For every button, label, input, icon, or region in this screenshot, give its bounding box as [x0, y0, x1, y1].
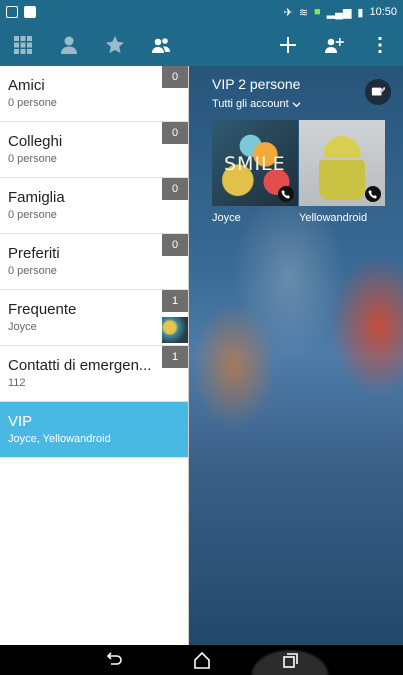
group-name: Famiglia — [8, 189, 65, 206]
signal-icon: ▂▄▆ — [326, 6, 352, 19]
group-subtitle: Joyce, Yellowandroid — [8, 433, 111, 445]
group-item-famiglia[interactable]: Famiglia 0 persone 0 — [0, 178, 188, 234]
group-count-badge: 0 — [162, 66, 188, 88]
group-subtitle: 112 — [8, 377, 26, 389]
group-detail-panel: VIP 2 persone Tutti gli account SMILE Jo… — [189, 66, 403, 645]
group-name: VIP — [8, 413, 33, 430]
group-subtitle: 0 persone — [8, 265, 57, 277]
group-count-badge: 0 — [162, 178, 188, 200]
add-group-button[interactable] — [311, 24, 357, 66]
chevron-down-icon — [292, 101, 301, 107]
group-subtitle: 0 persone — [8, 153, 57, 165]
group-item-vip[interactable]: VIP Joyce, Yellowandroid — [0, 402, 188, 458]
edit-group-icon — [371, 87, 385, 96]
phone-icon — [281, 190, 290, 199]
group-name: Preferiti — [8, 245, 60, 262]
status-bar: ✈ ≋ ■ ▂▄▆ ▮ 10:50 — [0, 0, 403, 24]
group-item-preferiti[interactable]: Preferiti 0 persone 0 — [0, 234, 188, 290]
group-item-emergenza[interactable]: Contatti di emergen... 112 1 — [0, 346, 188, 402]
group-count-badge: 1 — [162, 290, 188, 312]
tab-groups[interactable] — [138, 24, 184, 66]
group-icon — [152, 38, 170, 53]
wifi-icon: ≋ — [298, 6, 309, 19]
message-notification-icon — [24, 6, 36, 18]
no-sim-icon: ✈ — [283, 6, 293, 19]
home-button[interactable] — [158, 645, 246, 675]
battery-icon: ▮ — [357, 6, 364, 19]
add-icon — [280, 37, 296, 53]
group-name: Amici — [8, 77, 45, 94]
call-button[interactable] — [278, 186, 294, 202]
group-subtitle: 0 persone — [8, 97, 57, 109]
group-detail-title: VIP 2 persone — [212, 76, 301, 92]
back-icon — [106, 652, 122, 665]
android-figure-body — [319, 160, 365, 200]
add-contact-button[interactable] — [265, 24, 311, 66]
group-item-colleghi[interactable]: Colleghi 0 persone 0 — [0, 122, 188, 178]
content-area: Amici 0 persone 0 Colleghi 0 persone 0 F… — [0, 66, 403, 645]
add-group-icon — [325, 38, 344, 53]
photo-text: SMILE — [224, 153, 286, 175]
group-name: Colleghi — [8, 133, 63, 150]
member-name: Yellowandroid — [299, 212, 368, 224]
group-subtitle: Joyce — [8, 321, 37, 333]
call-button[interactable] — [365, 186, 381, 202]
star-icon — [106, 36, 124, 54]
member-card-joyce[interactable]: SMILE Joyce — [212, 120, 298, 224]
status-right: ✈ ≋ ■ ▂▄▆ ▮ 10:50 — [284, 6, 397, 19]
status-left — [6, 6, 36, 18]
home-icon — [193, 651, 210, 669]
group-subtitle: 0 persone — [8, 209, 57, 221]
android-figure-head — [323, 136, 361, 158]
edit-group-button[interactable] — [365, 79, 391, 105]
tab-contacts[interactable] — [46, 24, 92, 66]
overflow-menu-button[interactable] — [357, 24, 403, 66]
contact-photo — [299, 120, 385, 206]
contact-photo: SMILE — [212, 120, 298, 206]
group-count-badge: 0 — [162, 122, 188, 144]
account-filter-dropdown[interactable]: Tutti gli account — [212, 98, 301, 110]
grid-icon — [14, 36, 32, 54]
member-name: Joyce — [212, 212, 241, 224]
tab-favorites[interactable] — [92, 24, 138, 66]
contact-thumbnail — [162, 317, 188, 343]
group-item-frequente[interactable]: Frequente Joyce 1 — [0, 290, 188, 346]
account-filter-label: Tutti gli account — [212, 98, 289, 110]
toolbar-tabs — [0, 24, 184, 66]
tab-dialpad[interactable] — [0, 24, 46, 66]
recents-button[interactable] — [245, 645, 334, 675]
group-item-amici[interactable]: Amici 0 persone 0 — [0, 66, 188, 122]
toolbar — [0, 24, 403, 66]
data-icon: ■ — [314, 6, 321, 18]
member-card-yellowandroid[interactable]: Yellowandroid — [299, 120, 385, 224]
group-name: Frequente — [8, 301, 77, 318]
group-name: Contatti di emergen... — [8, 357, 152, 374]
navigation-bar — [0, 645, 403, 675]
phone-icon — [368, 190, 377, 199]
group-list: Amici 0 persone 0 Colleghi 0 persone 0 F… — [0, 66, 189, 645]
toolbar-actions — [265, 24, 403, 66]
person-icon — [61, 36, 77, 54]
calendar-notification-icon — [6, 6, 18, 18]
recents-icon — [282, 653, 298, 668]
group-count-badge: 1 — [162, 346, 188, 368]
overflow-menu-icon — [378, 37, 382, 53]
group-count-badge: 0 — [162, 234, 188, 256]
back-button[interactable] — [70, 645, 158, 675]
status-time: 10:50 — [369, 6, 397, 18]
